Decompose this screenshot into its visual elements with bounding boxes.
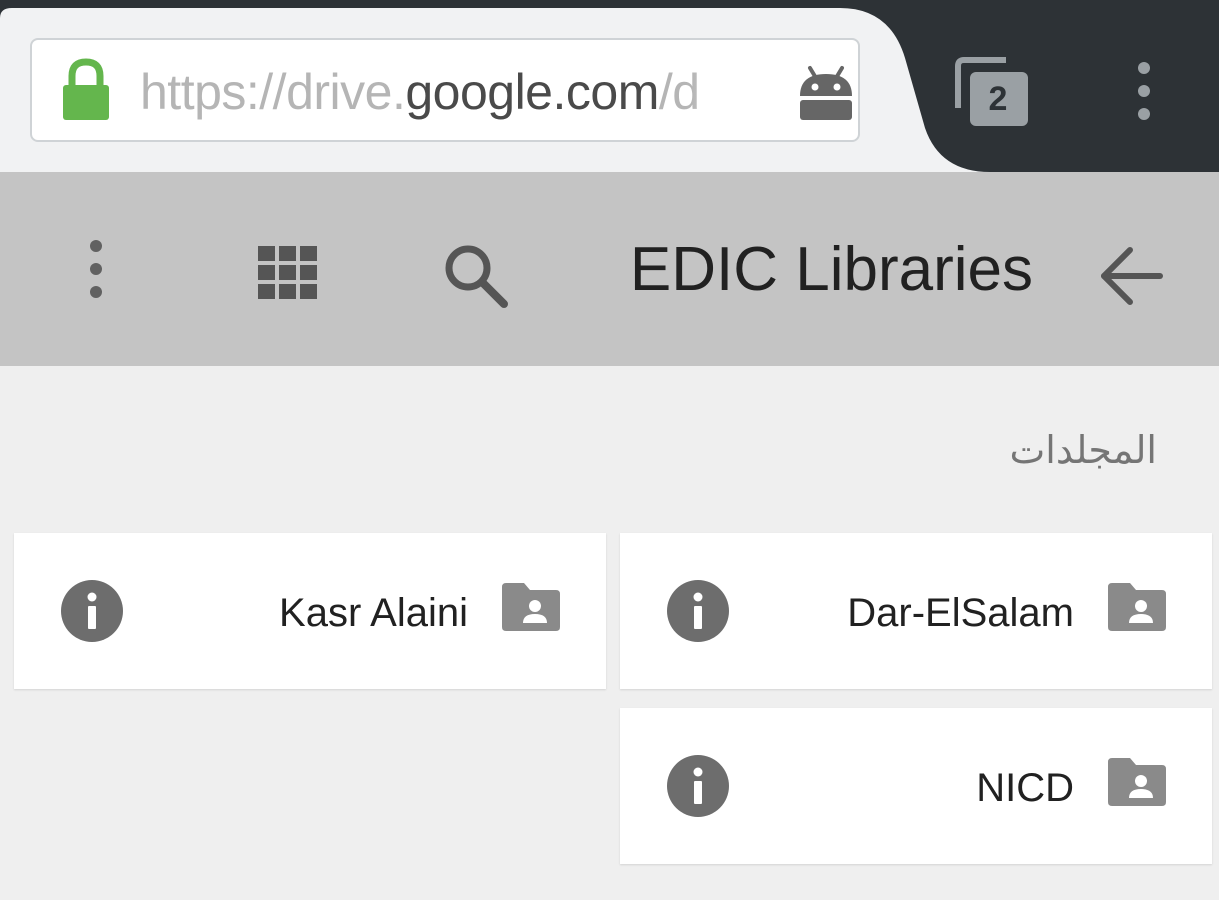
folder-name: Kasr Alaini xyxy=(279,591,468,635)
browser-menu-icon[interactable] xyxy=(1122,58,1166,126)
android-icon[interactable] xyxy=(794,62,858,122)
shared-folder-icon xyxy=(1108,758,1166,806)
page-title: EDIC Libraries xyxy=(629,235,1033,304)
folder-card-kasr-alaini[interactable]: Kasr Alaini xyxy=(14,533,606,689)
folder-name: NICD xyxy=(976,766,1074,810)
grid-view-icon[interactable] xyxy=(252,242,324,302)
shared-folder-icon xyxy=(1108,583,1166,631)
info-icon[interactable] xyxy=(666,754,730,818)
arrow-back-icon[interactable] xyxy=(1094,238,1170,314)
folder-name: Dar-ElSalam xyxy=(847,591,1074,635)
address-bar[interactable]: https://drive.google.com/d xyxy=(30,38,860,142)
lock-icon xyxy=(60,58,112,122)
url-prefix: https://drive. xyxy=(140,64,406,120)
info-icon[interactable] xyxy=(666,579,730,643)
app-bar: EDIC Libraries xyxy=(0,172,1219,366)
tab-count: 2 xyxy=(988,80,1008,118)
folders-section-heading: المجلدات xyxy=(1009,430,1158,472)
shared-folder-icon xyxy=(502,583,560,631)
info-icon[interactable] xyxy=(60,579,124,643)
folder-card-nicd[interactable]: NICD xyxy=(620,708,1212,864)
browser-toolbar: https://drive.google.com/d 2 xyxy=(0,0,1219,172)
url-domain: google.com xyxy=(405,64,659,120)
tab-switcher-button[interactable]: 2 xyxy=(952,56,1032,128)
url-text: https://drive.google.com/d xyxy=(140,62,740,122)
more-vert-icon[interactable] xyxy=(72,234,120,314)
folder-card-dar-elsalam[interactable]: Dar-ElSalam xyxy=(620,533,1212,689)
url-fade xyxy=(692,40,752,140)
search-icon[interactable] xyxy=(438,238,514,314)
